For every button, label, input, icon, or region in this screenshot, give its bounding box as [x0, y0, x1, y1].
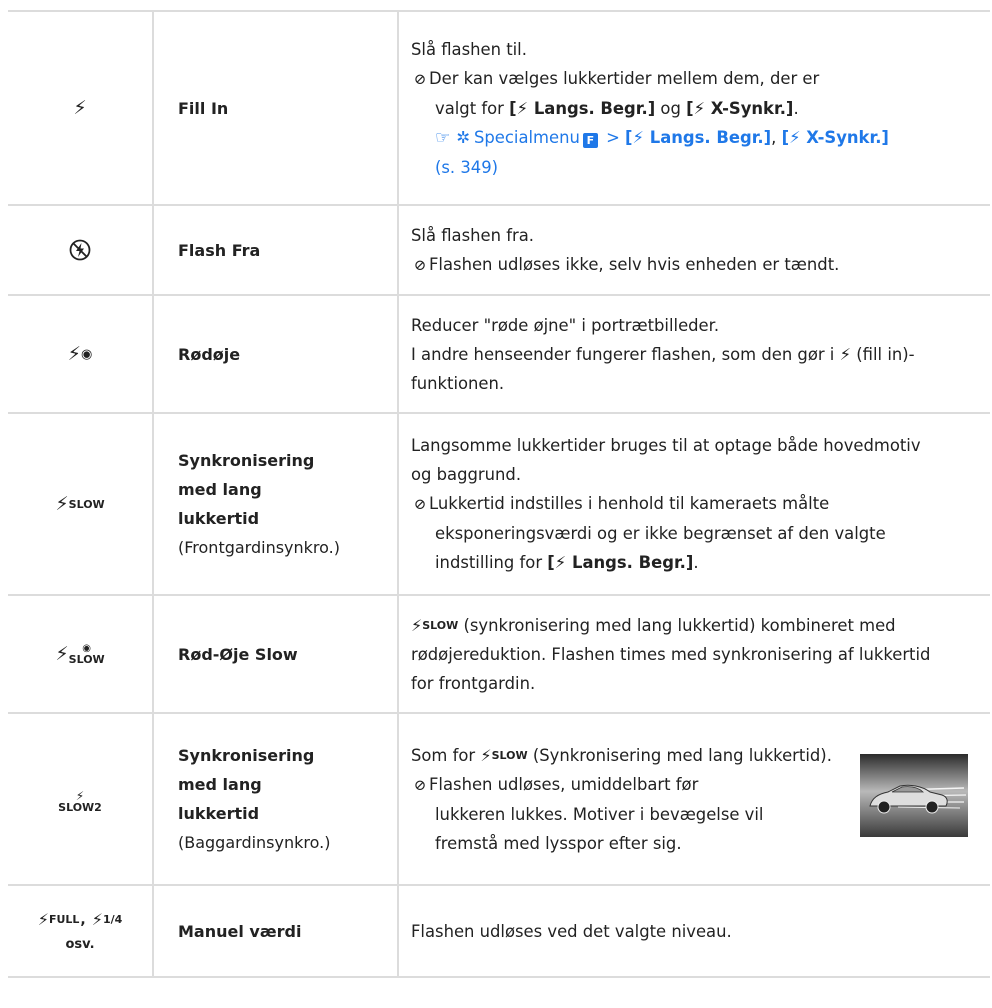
mode-description: Som for ⚡ SLOW (Synkronisering med lang l…: [398, 712, 990, 886]
flash-modes-table: ⚡ Fill In Slå flashen til. ⊘ Der kan vælg…: [8, 10, 990, 978]
table-row: Flash Fra Slå flashen fra. ⊘ Flashen udlø…: [8, 204, 990, 296]
flash-slow-icon: ⚡ SLOW: [411, 615, 459, 635]
menu-tab-badge: F: [582, 132, 598, 148]
desc-line: Langsomme lukkertider bruges til at opta…: [411, 436, 921, 455]
reference-icon: ☞: [435, 127, 451, 148]
flash-slow-icon: ⚡ SLOW: [8, 412, 154, 596]
flash-icon: ⚡: [789, 127, 801, 147]
flash-red-eye-slow-icon: ⚡ ◉ SLOW: [8, 594, 154, 714]
mode-name-cell: Synkronisering med lang lukkertid (Bagga…: [153, 712, 399, 886]
desc-line: rødøjereduktion. Flashen times med synkr…: [411, 644, 931, 664]
flash-icon: ⚡: [516, 98, 529, 118]
flash-slow-icon: ⚡ SLOW: [480, 745, 528, 765]
flash-icon: ⚡: [554, 553, 567, 572]
mode-name: Synkronisering med lang lukkertid: [178, 746, 315, 823]
table-row: ⚡ ◉ SLOW Rød-Øje Slow ⚡ SLOW (synkroniserin…: [8, 594, 990, 714]
mode-name-cell: Rødøje: [153, 294, 399, 414]
table-row: ⚡ SLOW Synkronisering med lang lukkertid …: [8, 412, 990, 596]
mode-name: Rød-Øje Slow: [178, 644, 298, 664]
icon-etc-label: osv.: [65, 937, 95, 952]
flash-slow2-icon: ⚡ SLOW2: [8, 712, 154, 886]
mode-name-cell: Synkronisering med lang lukkertid (Front…: [153, 412, 399, 596]
desc-line: Slå flashen til.: [411, 39, 527, 59]
mode-name: Fill In: [178, 98, 229, 118]
table-row: ⚡ SLOW2 Synkronisering med lang lukkertid…: [8, 712, 990, 886]
mode-description: ⚡ SLOW (synkronisering med lang lukkertid…: [398, 594, 990, 714]
flash-icon: ⚡: [693, 98, 706, 118]
mode-name: Rødøje: [178, 344, 241, 364]
flash-icon: ⚡: [632, 127, 645, 147]
mode-name-cell: Flash Fra: [153, 204, 399, 296]
mode-name: Flash Fra: [178, 240, 261, 260]
flash-icon: ⚡: [839, 344, 852, 364]
menu-reference[interactable]: ☞ ✲ Specialmenu F > [⚡ Langs. Begr.], [⚡ X-…: [411, 123, 980, 153]
mode-description: Slå flashen fra. ⊘ Flashen udløses ikke, …: [398, 204, 990, 296]
mode-name-cell: Manuel værdi: [153, 884, 399, 978]
table-row: ⚡ ◉ Rødøje Reducer "røde øjne" i portrætb…: [8, 294, 990, 414]
mode-description: Reducer "røde øjne" i portrætbilleder. I…: [398, 294, 990, 414]
note-icon: ⊘: [413, 775, 427, 794]
mode-subname: (Baggardinsynkro.): [178, 833, 331, 852]
flash-fill-in-icon: ⚡: [8, 10, 154, 206]
mode-name: Synkronisering med lang lukkertid: [178, 451, 315, 528]
desc-line: Reducer "røde øjne" i portrætbilleder.: [411, 315, 720, 335]
flash-manual-icon: ⚡ FULL, ⚡ 1/4 osv.: [8, 884, 154, 978]
specialmenu-link[interactable]: Specialmenu: [474, 128, 580, 147]
desc-line: Slå flashen fra.: [411, 225, 534, 245]
note-line: ⊘ Der kan vælges lukkertider mellem dem, …: [411, 64, 980, 94]
note-icon: ⊘: [413, 255, 427, 274]
desc-line: og baggrund.: [411, 465, 522, 484]
mode-subname: (Frontgardinsynkro.): [178, 538, 340, 557]
desc-line: ⚡ SLOW (synkronisering med lang lukkertid…: [411, 615, 896, 635]
mode-name-cell: Fill In: [153, 10, 399, 206]
gear-icon: ✲: [456, 127, 470, 147]
mode-description: Langsomme lukkertider bruges til at opta…: [398, 412, 990, 596]
note-line: ⊘ Flashen udløses ikke, selv hvis enheden…: [411, 250, 980, 280]
flash-red-eye-icon: ⚡ ◉: [8, 294, 154, 414]
desc-line: indstilling for [⚡ Langs. Begr.].: [435, 553, 699, 572]
table-row: ⚡ Fill In Slå flashen til. ⊘ Der kan vælg…: [8, 10, 990, 206]
table-row: ⚡ FULL, ⚡ 1/4 osv. Manuel værdi Flashen udl…: [8, 884, 990, 978]
moving-car-illustration: [860, 754, 968, 837]
mode-name-cell: Rød-Øje Slow: [153, 594, 399, 714]
desc-line: Flashen udløses ved det valgte niveau.: [411, 921, 732, 941]
desc-line: I andre henseender fungerer flashen, som…: [411, 344, 915, 364]
note-line: ⊘ Lukkertid indstilles i henhold til kame…: [411, 489, 980, 519]
note-icon: ⊘: [413, 69, 427, 88]
page-reference-link[interactable]: (s. 349): [411, 153, 980, 182]
note-icon: ⊘: [413, 495, 427, 513]
mode-description: Flashen udløses ved det valgte niveau.: [398, 884, 990, 978]
desc-line: valgt for [⚡ Langs. Begr.] og [⚡ X-Synkr…: [435, 98, 799, 118]
flash-off-icon: [8, 204, 154, 296]
mode-description: Slå flashen til. ⊘ Der kan vælges lukkert…: [398, 10, 990, 206]
mode-name: Manuel værdi: [178, 921, 302, 941]
desc-line: for frontgardin.: [411, 673, 536, 693]
desc-line: funktionen.: [411, 373, 505, 393]
desc-line: eksponeringsværdi og er ikke begrænset a…: [435, 524, 886, 543]
